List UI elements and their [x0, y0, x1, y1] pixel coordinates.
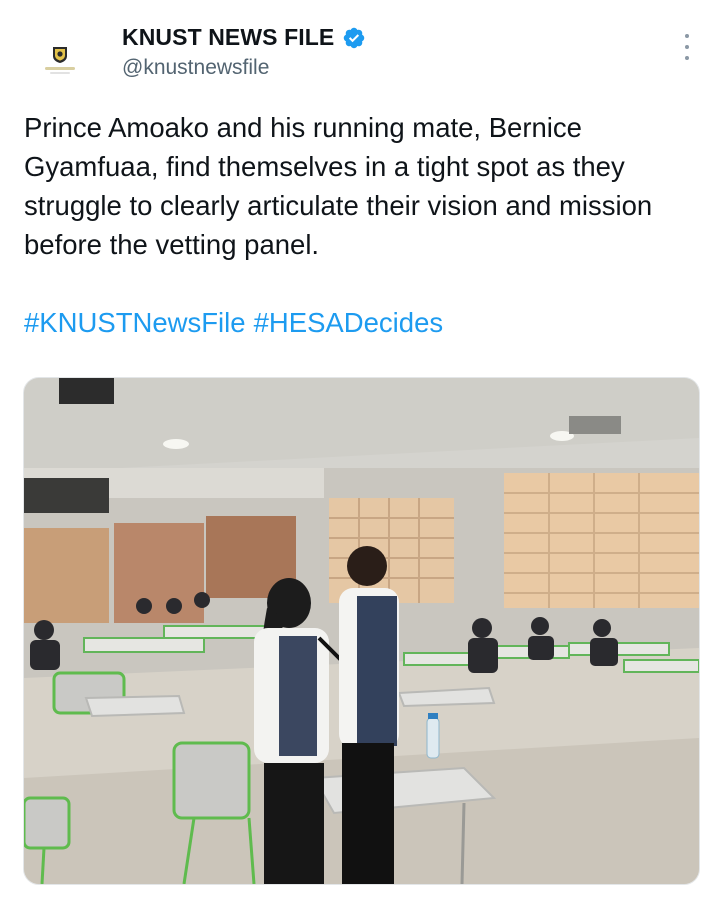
- author-name[interactable]: KNUST NEWS FILE: [122, 24, 334, 51]
- logo-subcaption: [50, 72, 70, 74]
- author-row: KNUST NEWS FILE: [122, 24, 366, 51]
- avatar[interactable]: [28, 28, 92, 92]
- classroom-photo: [24, 378, 699, 884]
- hashtag-link[interactable]: #HESADecides: [254, 307, 444, 338]
- more-options-icon[interactable]: [682, 34, 692, 60]
- hashtag-link[interactable]: #KNUSTNewsFile: [24, 307, 246, 338]
- tweet-photo[interactable]: [23, 377, 700, 885]
- tweet-text: Prince Amoako and his running mate, Bern…: [24, 112, 653, 260]
- author-handle[interactable]: @knustnewsfile: [122, 56, 269, 80]
- verified-badge-icon: [344, 27, 365, 48]
- knust-logo-icon: [53, 47, 67, 63]
- logo-caption: [45, 67, 75, 70]
- hashtags: #KNUSTNewsFile #HESADecides: [24, 303, 451, 342]
